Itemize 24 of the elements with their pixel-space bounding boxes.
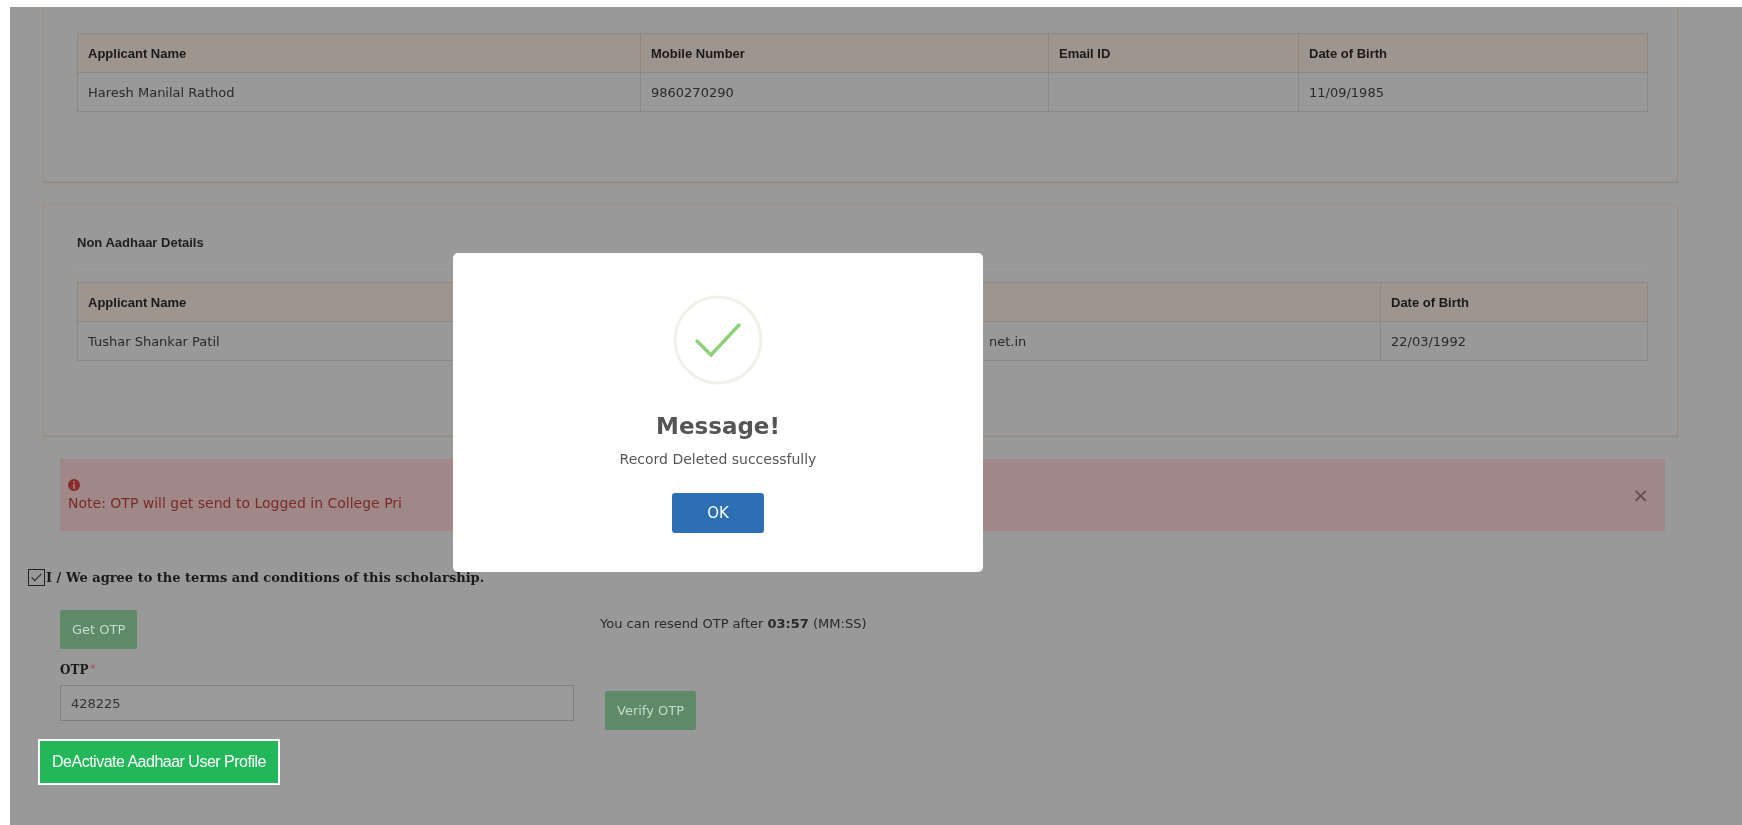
column-header: Applicant Name bbox=[78, 34, 641, 73]
deactivate-button[interactable]: DeActivate Aadhaar User Profile bbox=[38, 739, 280, 785]
column-header: Email ID bbox=[1049, 34, 1299, 73]
table-cell: 22/03/1992 bbox=[1381, 322, 1648, 361]
table-cell: Haresh Manilal Rathod bbox=[78, 73, 641, 112]
otp-field[interactable]: 428225 bbox=[60, 685, 574, 721]
table-cell: 11/09/1985 bbox=[1299, 73, 1648, 112]
column-header: Mobile Number bbox=[641, 34, 1049, 73]
otp-label: OTP bbox=[60, 663, 89, 677]
section-title: Non Aadhaar Details bbox=[77, 234, 205, 252]
table-cell: 9860270290 bbox=[641, 73, 1049, 112]
column-header: Date of Birth bbox=[1381, 283, 1648, 322]
ok-button[interactable]: OK bbox=[672, 493, 764, 533]
column-header: Date of Birth bbox=[1299, 34, 1648, 73]
dialog-message: Record Deleted successfully bbox=[619, 451, 817, 467]
info-icon bbox=[68, 479, 80, 491]
required-mark: * bbox=[90, 663, 96, 674]
agree-label: I / We agree to the terms and conditions of this scholarship. bbox=[46, 570, 485, 585]
close-button[interactable]: × bbox=[1626, 483, 1655, 507]
resend-note: You can resend OTP after 03:57 (MM:SS) bbox=[600, 615, 868, 633]
agree-checkbox[interactable] bbox=[28, 569, 45, 586]
check-icon bbox=[673, 295, 763, 385]
alert-text: Note: OTP will get send to Logged in College Pri bbox=[68, 495, 402, 511]
dialog-title: Message! bbox=[656, 413, 780, 439]
